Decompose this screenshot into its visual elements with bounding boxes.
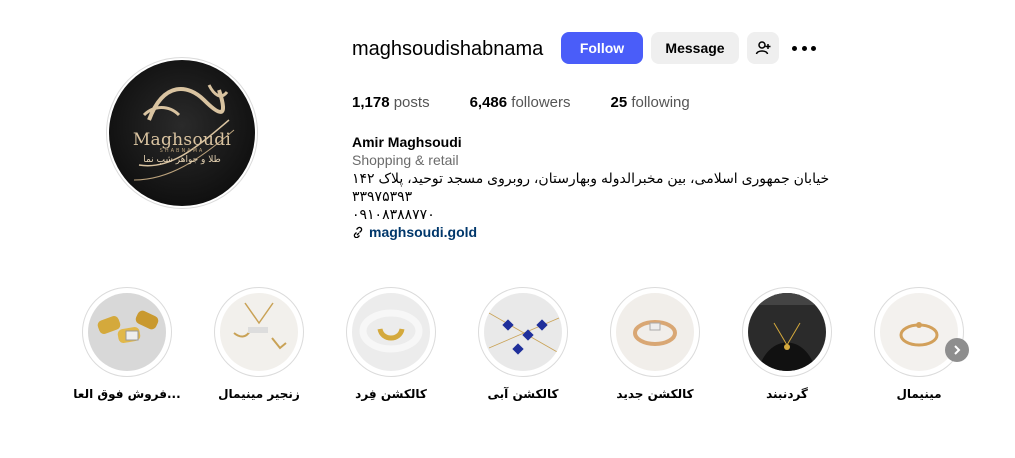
profile-avatar[interactable]: Maghsoudi SHABNAMA طلا و جواهر شب نما bbox=[106, 57, 258, 209]
highlight-label: زنجیر مینیمال bbox=[218, 387, 300, 401]
highlight-image bbox=[88, 293, 166, 371]
highlight-image bbox=[352, 293, 430, 371]
suggested-users-button[interactable] bbox=[747, 32, 779, 64]
highlight-label: کالکشن فِرد bbox=[355, 387, 427, 401]
dot-icon bbox=[811, 45, 816, 51]
avatar-brand-fa: طلا و جواهر شب نما bbox=[143, 155, 221, 165]
highlight-item[interactable]: گردنبند bbox=[741, 287, 833, 401]
highlight-item[interactable]: زنجیر مینیمال bbox=[213, 287, 305, 401]
avatar-image: Maghsoudi SHABNAMA طلا و جواهر شب نما bbox=[109, 60, 255, 206]
highlight-cover[interactable] bbox=[610, 287, 700, 377]
highlight-label: کالکشن جدید bbox=[616, 387, 694, 401]
highlight-cover[interactable] bbox=[874, 287, 964, 377]
bio-phone-1: ۳۳۹۷۵۳۹۳ bbox=[352, 188, 413, 204]
highlight-image bbox=[220, 293, 298, 371]
highlight-image bbox=[880, 293, 958, 371]
highlight-label: فروش فوق العا... bbox=[73, 387, 181, 401]
highlight-item[interactable]: کالکشن جدید bbox=[609, 287, 701, 401]
highlight-image bbox=[484, 293, 562, 371]
bio-link[interactable]: maghsoudi.gold bbox=[352, 223, 829, 241]
highlight-image bbox=[748, 293, 826, 371]
highlights-next-button[interactable] bbox=[945, 338, 969, 362]
follow-button[interactable]: Follow bbox=[561, 32, 643, 64]
dot-icon bbox=[792, 45, 797, 51]
highlight-label: گردنبند bbox=[766, 387, 808, 401]
highlight-label: کالکشن آبی bbox=[487, 387, 559, 401]
highlight-cover[interactable] bbox=[346, 287, 436, 377]
highlight-item[interactable]: فروش فوق العا... bbox=[73, 287, 181, 401]
highlight-label: مینیمال bbox=[896, 387, 942, 401]
message-button[interactable]: Message bbox=[651, 32, 739, 64]
avatar-brand-text: Maghsoudi bbox=[132, 130, 232, 150]
followers-stat[interactable]: 6,486 followers bbox=[470, 94, 571, 111]
profile-category: Shopping & retail bbox=[352, 152, 459, 168]
bio-address: خیابان جمهوری اسلامی، بین مخبرالدوله وبه… bbox=[352, 170, 830, 186]
highlight-item[interactable]: کالکشن فِرد bbox=[345, 287, 437, 401]
more-options-button[interactable] bbox=[792, 38, 816, 58]
posts-stat: 1,178 posts bbox=[352, 94, 430, 111]
add-user-icon bbox=[755, 41, 771, 55]
link-icon bbox=[353, 226, 363, 238]
profile-stats: 1,178 posts 6,486 followers 25 following bbox=[352, 94, 730, 111]
highlight-cover[interactable] bbox=[478, 287, 568, 377]
following-stat[interactable]: 25 following bbox=[610, 94, 689, 111]
bio-phone-2: ۰۹۱۰۸۳۸۸۷۷۰ bbox=[352, 206, 435, 222]
highlight-cover[interactable] bbox=[82, 287, 172, 377]
bio-link-text: maghsoudi.gold bbox=[369, 224, 478, 240]
profile-full-name: Amir Maghsoudi bbox=[352, 134, 462, 150]
highlight-cover[interactable] bbox=[214, 287, 304, 377]
chevron-right-icon bbox=[954, 345, 961, 355]
highlight-image bbox=[616, 293, 694, 371]
avatar-brand-sub: SHABNAMA bbox=[159, 148, 205, 154]
highlight-item[interactable]: مینیمال bbox=[873, 287, 965, 401]
highlight-cover[interactable] bbox=[742, 287, 832, 377]
profile-username: maghsoudishabnama bbox=[352, 38, 544, 60]
profile-bio: Amir Maghsoudi Shopping & retail خیابان … bbox=[352, 133, 829, 241]
highlight-item[interactable]: کالکشن آبی bbox=[477, 287, 569, 401]
dot-icon bbox=[801, 45, 807, 51]
